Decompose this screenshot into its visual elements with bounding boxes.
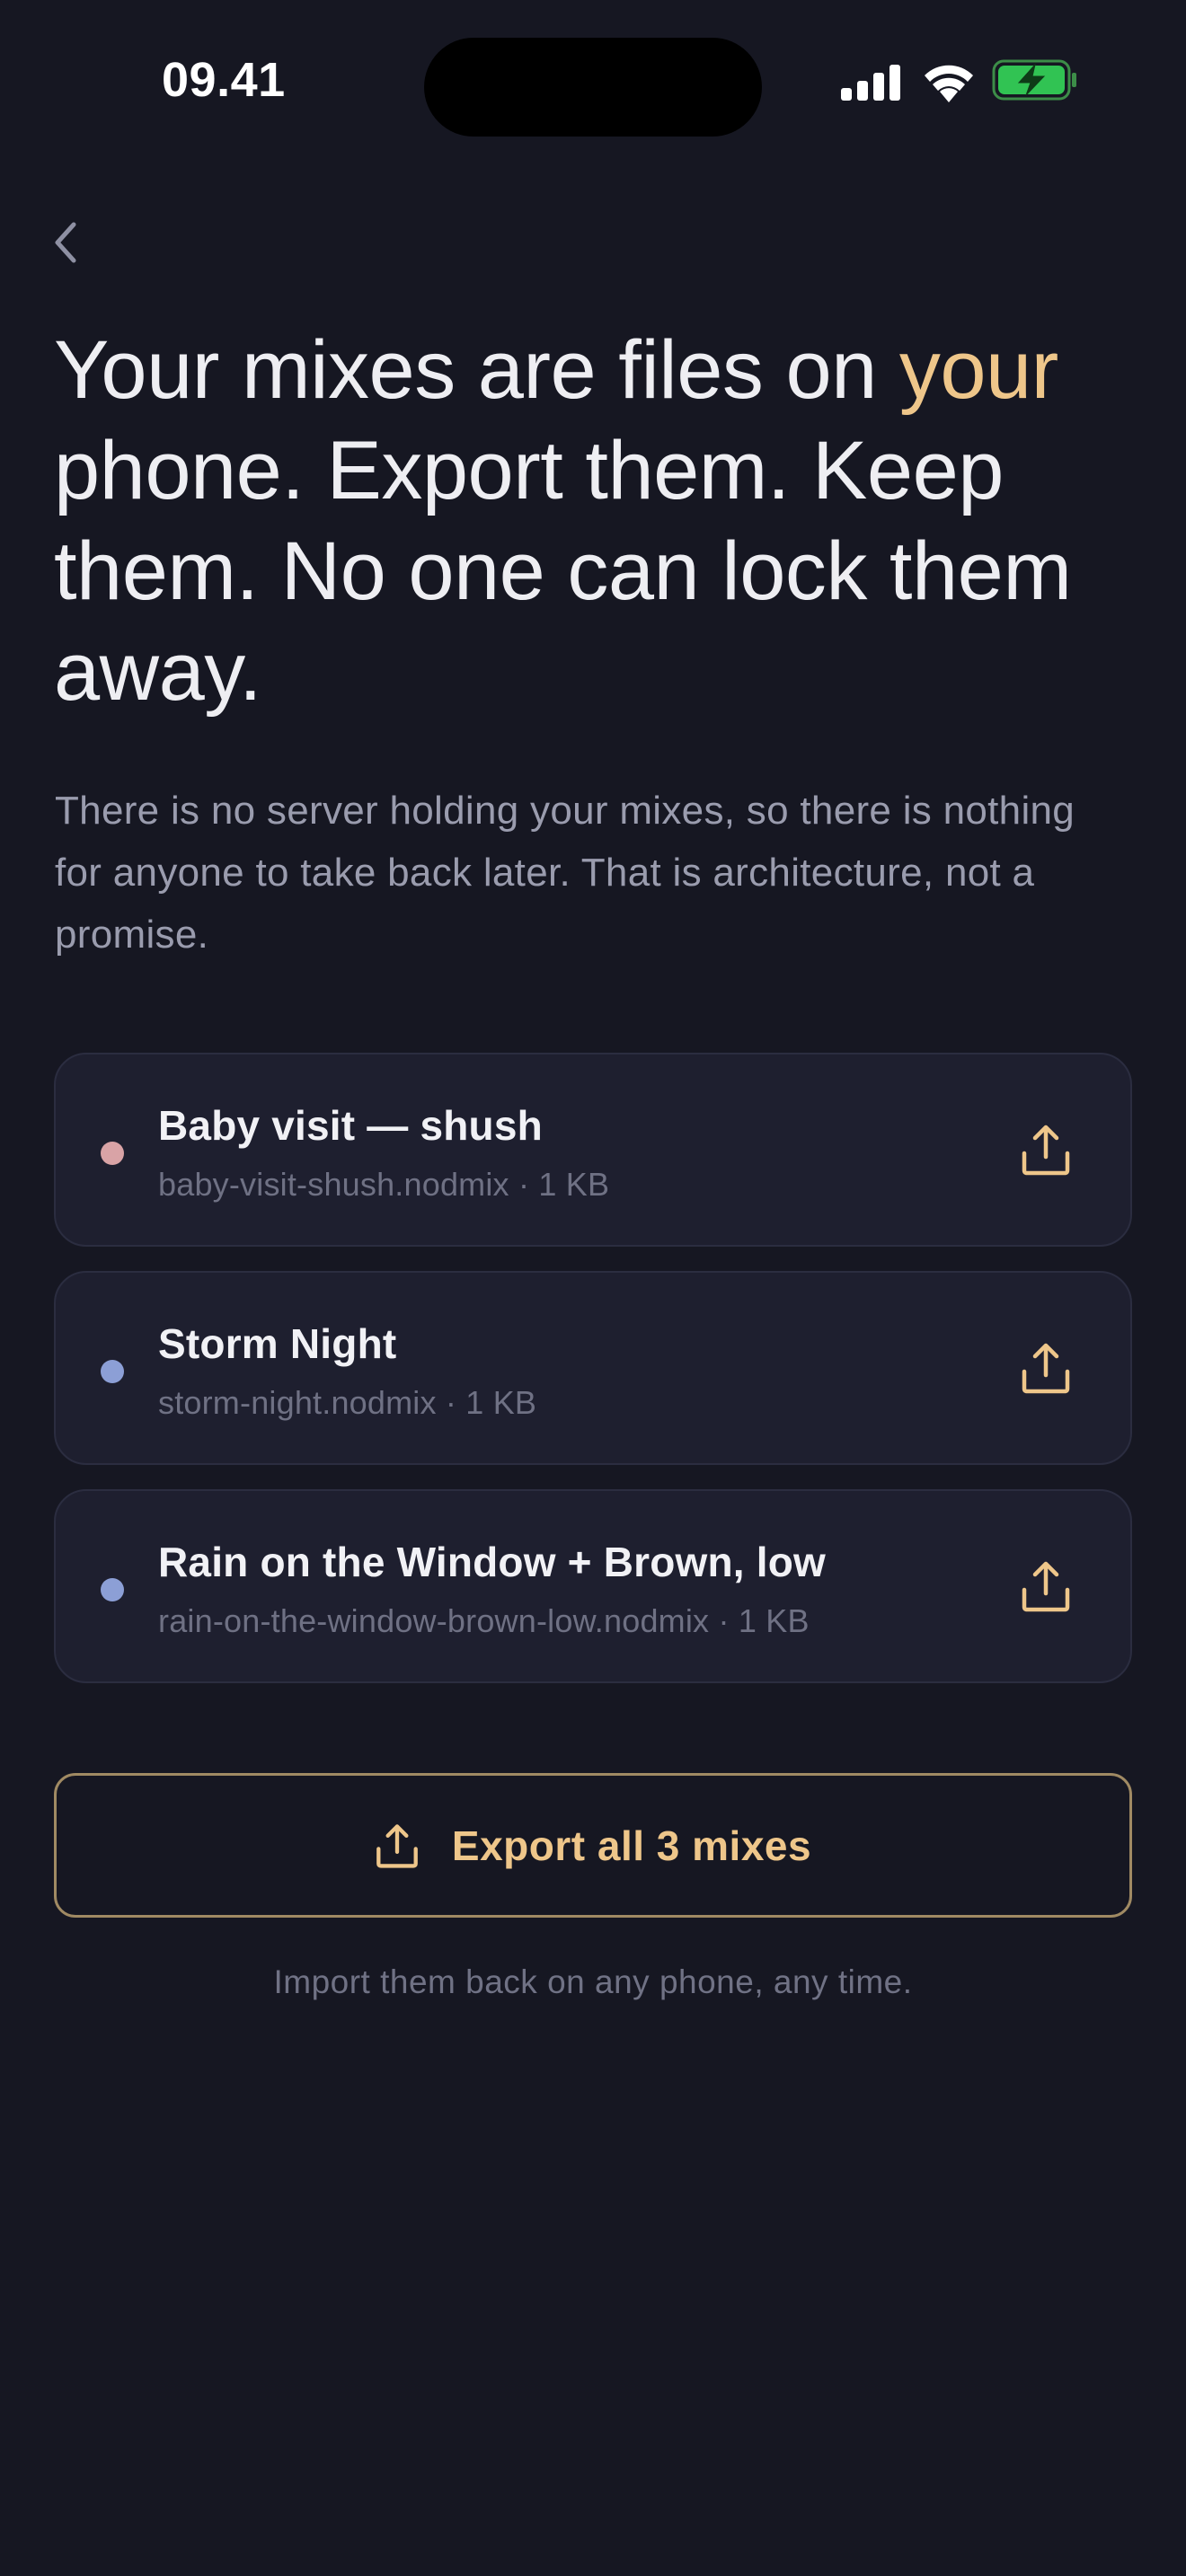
export-mix-button[interactable]: [1015, 1337, 1076, 1398]
share-upload-icon: [376, 1823, 418, 1868]
battery-charging-icon: [992, 59, 1076, 101]
back-button[interactable]: [47, 208, 104, 277]
import-hint: Import them back on any phone, any time.: [273, 1963, 913, 2000]
page-title-lead: Your mixes are files on: [54, 324, 899, 416]
share-upload-icon: [1022, 1561, 1070, 1612]
export-mix-button[interactable]: [1015, 1119, 1076, 1180]
mix-item: Storm Night storm-night.nodmix · 1 KB: [54, 1271, 1132, 1465]
mix-file-info: rain-on-the-window-brown-low.nodmix · 1 …: [158, 1602, 810, 1639]
cellular-signal-icon: [841, 65, 900, 101]
mix-color-dot: [101, 1360, 124, 1383]
mix-name: Storm Night: [158, 1320, 397, 1367]
mix-file-info: storm-night.nodmix · 1 KB: [158, 1384, 537, 1421]
export-all-button[interactable]: Export all 3 mixes: [54, 1773, 1132, 1918]
export-all-label: Export all 3 mixes: [451, 1822, 812, 1869]
mix-color-dot: [101, 1142, 124, 1165]
mix-item: Rain on the Window + Brown, low rain-on-…: [54, 1489, 1132, 1683]
wifi-icon: [925, 65, 973, 102]
mix-file-info: baby-visit-shush.nodmix · 1 KB: [158, 1166, 610, 1203]
dynamic-island: [424, 38, 762, 137]
status-time: 09.41: [162, 53, 286, 107]
mix-name: Baby visit — shush: [158, 1102, 543, 1149]
mix-name: Rain on the Window + Brown, low: [158, 1539, 827, 1585]
page-title: Your mixes are files on your phone. Expo…: [54, 320, 1141, 722]
share-upload-icon: [1022, 1343, 1070, 1394]
chevron-left-icon: [55, 222, 76, 263]
export-mix-button[interactable]: [1015, 1556, 1076, 1617]
mix-color-dot: [101, 1578, 124, 1601]
page-title-tail: phone. Export them. Keep them. No one ca…: [54, 425, 1072, 718]
mix-list: Baby visit — shush baby-visit-shush.nodm…: [54, 1053, 1132, 1707]
page-title-accent: your: [898, 324, 1058, 416]
mix-item: Baby visit — shush baby-visit-shush.nodm…: [54, 1053, 1132, 1247]
page-description: There is no server holding your mixes, s…: [55, 789, 1075, 957]
share-upload-icon: [1022, 1125, 1070, 1176]
